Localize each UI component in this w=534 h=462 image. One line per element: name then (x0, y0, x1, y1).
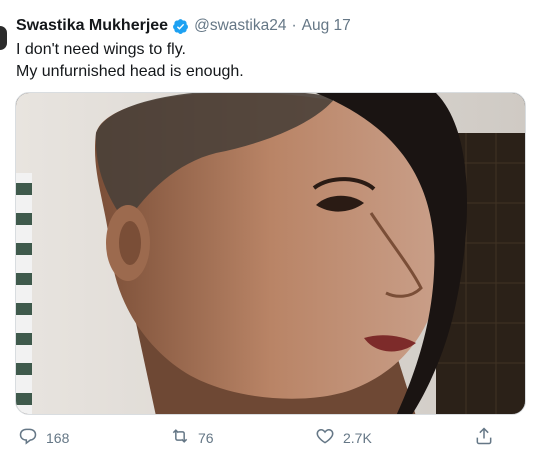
tweet-text-line-1: I don't need wings to fly. (16, 41, 186, 58)
reply-icon (18, 426, 38, 449)
tweet-text: I don't need wings to fly. My unfurnishe… (16, 39, 244, 83)
retweet-count: 76 (198, 429, 214, 446)
reply-count: 168 (46, 429, 70, 446)
retweet-icon (170, 426, 190, 449)
share-icon (474, 426, 494, 449)
tweet-actions: 168 76 2.7K (0, 420, 534, 456)
author-name[interactable]: Swastika Mukherjee (16, 17, 168, 35)
separator-dot: · (291, 17, 297, 34)
tweet-text-line-2: My unfurnished head is enough. (16, 63, 244, 80)
retweet-button[interactable]: 76 (170, 426, 214, 449)
share-button[interactable] (474, 426, 494, 449)
reply-button[interactable]: 168 (18, 426, 69, 449)
tweet-date[interactable]: Aug 17 (302, 17, 351, 35)
tweet-header: Swastika Mukherjee @swastika24 · Aug 17 (16, 16, 351, 36)
heart-icon (315, 426, 335, 449)
avatar[interactable] (0, 26, 7, 50)
like-button[interactable]: 2.7K (315, 426, 372, 449)
tweet-media-image[interactable] (15, 92, 526, 415)
like-count: 2.7K (343, 429, 372, 446)
verified-badge-icon (172, 18, 189, 35)
author-handle[interactable]: @swastika24 (194, 17, 286, 35)
